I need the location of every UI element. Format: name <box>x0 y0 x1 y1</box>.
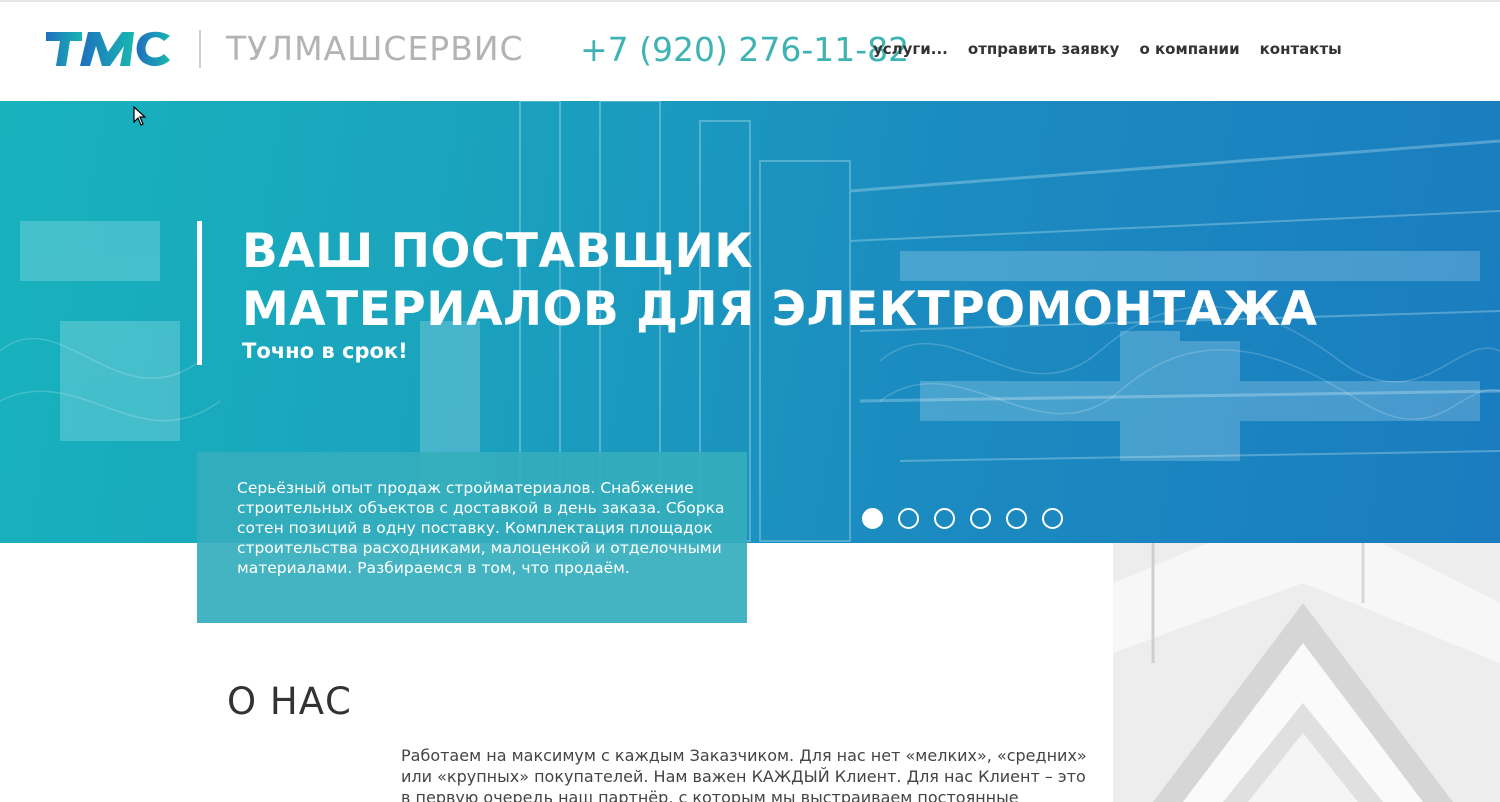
nav-about[interactable]: о компании <box>1139 40 1239 58</box>
hero-title: ВАШ ПОСТАВЩИК МАТЕРИАЛОВ ДЛЯ ЭЛЕКТРОМОНТ… <box>242 223 1318 339</box>
slider-dot-3[interactable] <box>934 508 955 529</box>
about-text: Работаем на максимум с каждым Заказчиком… <box>401 746 1087 802</box>
slider-dots <box>862 508 1063 529</box>
mouse-cursor-icon <box>133 106 147 126</box>
hero-title-line2: МАТЕРИАЛОВ ДЛЯ ЭЛЕКТРОМОНТАЖА <box>242 282 1318 337</box>
hero-subtitle: Точно в срок! <box>242 339 408 363</box>
logo-divider <box>199 30 201 68</box>
nav-contacts[interactable]: контакты <box>1260 40 1342 58</box>
hero-accent-bar <box>197 221 202 365</box>
nav-send-request[interactable]: отправить заявку <box>968 40 1120 58</box>
info-text: Серьёзный опыт продаж стройматериалов. С… <box>237 479 725 577</box>
about-heading: О НАС <box>227 680 352 723</box>
slider-dot-5[interactable] <box>1006 508 1027 529</box>
slider-dot-1[interactable] <box>862 508 883 529</box>
nav-services[interactable]: услуги... <box>873 40 948 58</box>
main-nav: услуги... отправить заявку о компании ко… <box>873 40 1362 58</box>
slider-dot-4[interactable] <box>970 508 991 529</box>
page: ТУЛМАШСЕРВИС +7 (920) 276-11-82 услуги..… <box>0 0 1500 802</box>
site-header: ТУЛМАШСЕРВИС +7 (920) 276-11-82 услуги..… <box>0 2 1500 101</box>
slider-dot-2[interactable] <box>898 508 919 529</box>
decorative-image <box>1113 543 1500 802</box>
phone-link[interactable]: +7 (920) 276-11-82 <box>580 30 909 69</box>
frame-decor-icon <box>1113 543 1500 802</box>
company-name[interactable]: ТУЛМАШСЕРВИС <box>226 29 524 68</box>
slider-dot-6[interactable] <box>1042 508 1063 529</box>
tms-logo-icon[interactable] <box>42 24 176 72</box>
hero-title-line1: ВАШ ПОСТАВЩИК <box>242 224 754 279</box>
info-box: Серьёзный опыт продаж стройматериалов. С… <box>197 452 747 623</box>
